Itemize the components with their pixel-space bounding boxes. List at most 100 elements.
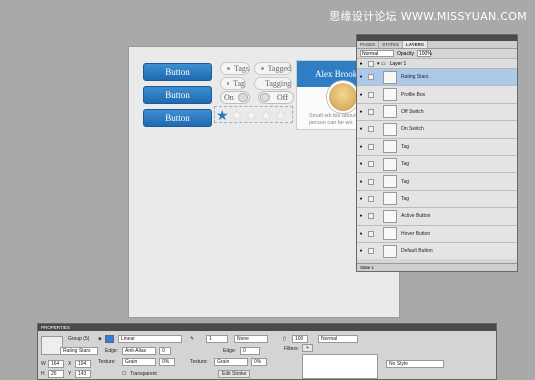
style-select[interactable]: No Style bbox=[386, 360, 444, 368]
eye-icon[interactable]: ● bbox=[357, 109, 365, 115]
eye-icon[interactable]: ● bbox=[357, 248, 365, 254]
tab-layers[interactable]: LAYERS bbox=[403, 41, 428, 48]
layer-row[interactable]: ● Profile Box bbox=[357, 86, 517, 104]
watermark: 思缘设计论坛 WWW.MISSYUAN.COM bbox=[329, 10, 527, 23]
opacity-field[interactable]: 100% bbox=[416, 50, 432, 57]
lock-checkbox[interactable] bbox=[368, 248, 374, 255]
opacity-label: Opacity bbox=[397, 50, 414, 57]
edge-value[interactable]: 0 bbox=[159, 347, 171, 355]
properties-panel: PROPERTIES Group (5) Rating Stars W 164 … bbox=[37, 323, 497, 380]
eye-icon[interactable]: ● bbox=[357, 196, 365, 202]
width-field[interactable]: 164 bbox=[48, 360, 64, 368]
x-field[interactable]: 194 bbox=[75, 360, 91, 368]
edit-stroke-button[interactable]: Edit Stroke bbox=[218, 370, 251, 378]
off-switch[interactable]: Off bbox=[258, 91, 294, 104]
tab-states[interactable]: STATES bbox=[379, 41, 404, 48]
eye-icon[interactable]: ● bbox=[357, 161, 365, 167]
layer-name: Tag bbox=[401, 195, 410, 202]
texture-value[interactable]: 0% bbox=[159, 358, 175, 366]
folder-icon: ▾ ▭ bbox=[377, 60, 386, 67]
layer-options: Normal Opacity 100% bbox=[357, 49, 517, 59]
star-icon[interactable]: ★ bbox=[274, 108, 287, 122]
layer-name: Hover Button bbox=[401, 230, 431, 237]
layer-list: ● Rating Stars ● Profile Box ● Off Switch ● On … bbox=[357, 69, 517, 259]
blend-select[interactable]: Normal bbox=[318, 335, 358, 343]
lock-checkbox[interactable] bbox=[368, 195, 374, 202]
layer-group-row[interactable]: ● ▾ ▭ Layer 1 bbox=[357, 59, 517, 69]
blend-mode-select[interactable]: Normal bbox=[360, 50, 394, 57]
object-type: Group (5) bbox=[68, 336, 90, 342]
layer-row[interactable]: ● Active Button bbox=[357, 208, 517, 226]
fill-bucket-icon: ◈ bbox=[98, 336, 102, 342]
star-icon[interactable]: ★ bbox=[260, 108, 273, 122]
off-switch-label: Off bbox=[277, 93, 288, 102]
layer-name: Rating Stars bbox=[401, 74, 429, 81]
star-icon[interactable]: ★ bbox=[231, 108, 244, 122]
layer-name: Default Button bbox=[401, 248, 433, 255]
transparent-checkbox[interactable]: ☐ bbox=[122, 371, 126, 377]
h-label: H bbox=[41, 371, 45, 377]
eye-icon[interactable]: ● bbox=[357, 179, 365, 185]
eye-icon[interactable]: ● bbox=[357, 61, 365, 67]
fill-type-select[interactable]: Linear bbox=[118, 335, 182, 343]
layer-row[interactable]: ● Hover Button bbox=[357, 225, 517, 243]
tag[interactable]: Tagging bbox=[254, 77, 292, 90]
layer-thumbnail bbox=[383, 70, 397, 84]
layer-thumbnail bbox=[383, 192, 397, 206]
eye-icon[interactable]: ● bbox=[357, 144, 365, 150]
eye-icon[interactable]: ● bbox=[357, 74, 365, 80]
transparent-label: Transparent bbox=[130, 371, 157, 377]
object-name-field[interactable]: Rating Stars bbox=[60, 347, 98, 355]
lock-checkbox[interactable] bbox=[368, 108, 374, 115]
layer-row[interactable]: ● On Switch bbox=[357, 121, 517, 139]
star-icon[interactable]: ★ bbox=[245, 108, 258, 122]
lock-checkbox[interactable] bbox=[368, 213, 374, 220]
filters-list[interactable] bbox=[302, 354, 378, 379]
tag[interactable]: Tag bbox=[220, 77, 246, 90]
texture-select[interactable]: Grain bbox=[122, 358, 156, 366]
on-switch[interactable]: On bbox=[220, 91, 250, 104]
tag[interactable]: Tags bbox=[220, 62, 250, 75]
lock-checkbox[interactable] bbox=[368, 161, 374, 168]
fill-color-swatch[interactable] bbox=[105, 335, 114, 343]
hover-button[interactable]: Button bbox=[143, 86, 212, 104]
layer-row[interactable]: ● Tag bbox=[357, 173, 517, 191]
stroke-texture-select[interactable]: Grain bbox=[214, 358, 248, 366]
lock-checkbox[interactable] bbox=[368, 143, 374, 150]
stroke-texture-value[interactable]: 0% bbox=[251, 358, 267, 366]
layer-thumbnail bbox=[383, 157, 397, 171]
stroke-size-field[interactable]: 1 bbox=[206, 335, 228, 343]
height-field[interactable]: 26 bbox=[48, 370, 64, 378]
default-button[interactable]: Button bbox=[143, 63, 212, 81]
tag[interactable]: Tagged bbox=[254, 62, 292, 75]
rating-stars[interactable]: ★ ★ ★ ★ ★ bbox=[216, 108, 287, 122]
layer-thumbnail bbox=[383, 122, 397, 136]
layer-row[interactable]: ● Off Switch bbox=[357, 103, 517, 122]
tab-pages[interactable]: PAGES bbox=[357, 41, 380, 48]
layer-row[interactable]: ● Rating Stars bbox=[357, 69, 517, 87]
eye-icon[interactable]: ● bbox=[357, 92, 365, 98]
layer-row[interactable]: ● Tag bbox=[357, 138, 517, 156]
edge-select[interactable]: Anti-Alias bbox=[122, 347, 156, 355]
layer-row[interactable]: ● Tag bbox=[357, 155, 517, 174]
add-filter-button[interactable]: + bbox=[302, 344, 313, 352]
stroke-type-select[interactable]: None bbox=[234, 335, 268, 343]
active-button[interactable]: Button bbox=[143, 109, 212, 127]
lock-checkbox[interactable] bbox=[368, 230, 374, 237]
eye-icon[interactable]: ● bbox=[357, 213, 365, 219]
lock-checkbox[interactable] bbox=[368, 178, 374, 185]
x-label: X bbox=[68, 361, 72, 367]
lock-checkbox[interactable] bbox=[368, 60, 374, 67]
pencil-icon: ✎ bbox=[190, 336, 195, 342]
y-field[interactable]: 143 bbox=[75, 370, 91, 378]
stroke-edge-value[interactable]: 0 bbox=[240, 347, 260, 355]
lock-checkbox[interactable] bbox=[368, 91, 374, 98]
star-icon[interactable]: ★ bbox=[216, 108, 229, 122]
lock-checkbox[interactable] bbox=[368, 74, 374, 81]
opacity-field[interactable]: 100 bbox=[292, 335, 308, 343]
eye-icon[interactable]: ● bbox=[357, 126, 365, 132]
eye-icon[interactable]: ● bbox=[357, 231, 365, 237]
layer-row[interactable]: ● Default Button bbox=[357, 242, 517, 259]
layer-row[interactable]: ● Tag bbox=[357, 190, 517, 209]
lock-checkbox[interactable] bbox=[368, 126, 374, 133]
